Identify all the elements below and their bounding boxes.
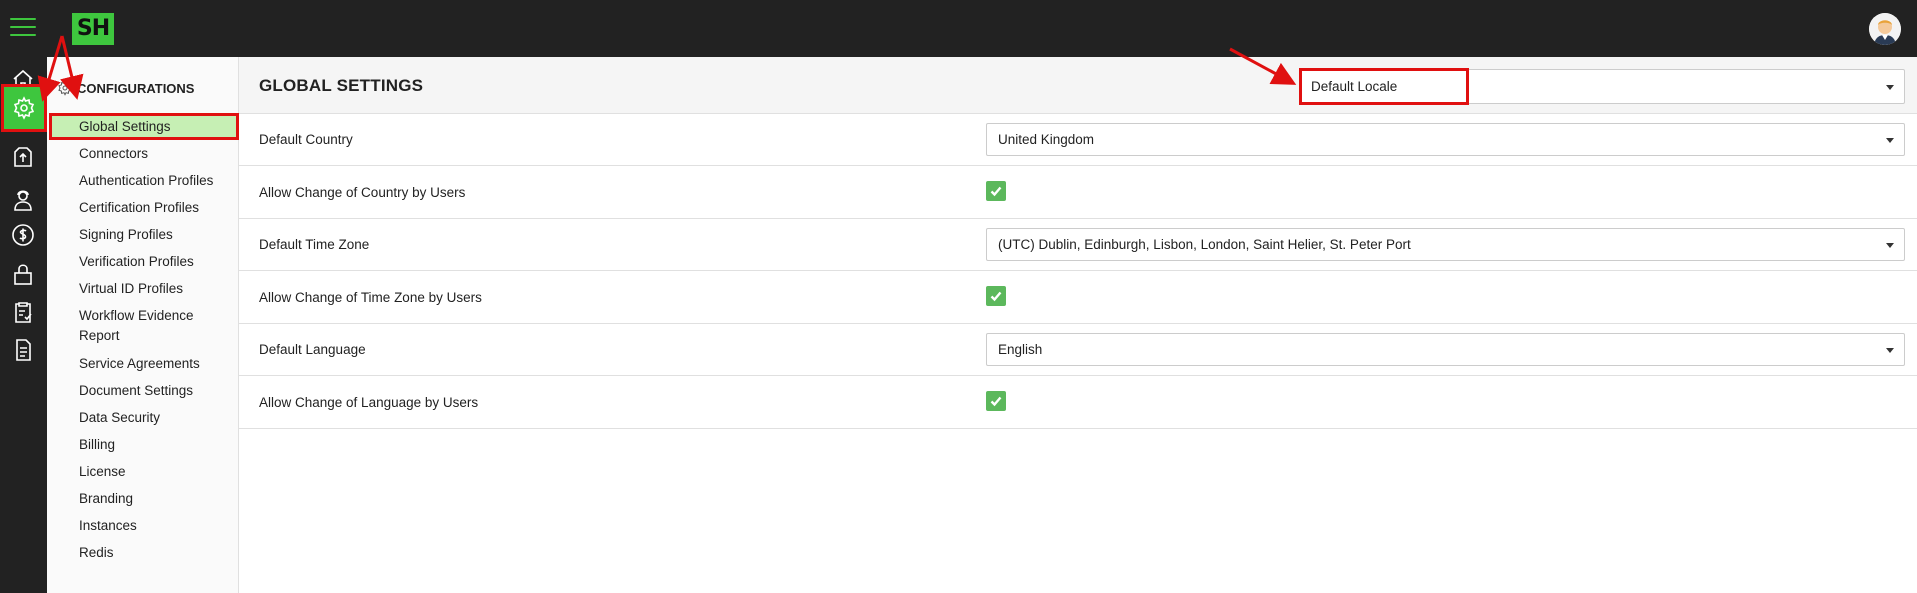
row-allow-timezone: Allow Change of Time Zone by Users (239, 271, 1917, 324)
sidebar-item-verification-profiles[interactable]: Verification Profiles (47, 248, 239, 275)
hamburger-menu-icon[interactable] (10, 18, 36, 38)
sidebar-item-instances[interactable]: Instances (47, 512, 239, 539)
sidebar-heading-text: CONFIGURATIONS (77, 80, 195, 96)
rail-upload[interactable] (4, 138, 42, 176)
chevron-down-icon (1886, 348, 1894, 353)
row-default-country: Default Country United Kingdom (239, 114, 1917, 166)
app-logo[interactable]: SH (72, 13, 114, 45)
sidebar-item-virtual-id-profiles[interactable]: Virtual ID Profiles (47, 275, 239, 302)
sidebar-item-service-agreements[interactable]: Service Agreements (47, 350, 239, 377)
sidebar-item-authentication-profiles[interactable]: Authentication Profiles (47, 167, 239, 194)
chevron-down-icon (1886, 138, 1894, 143)
top-bar: SH (0, 0, 1917, 57)
sidebar-heading: CONFIGURATIONS (57, 80, 194, 96)
page-header: GLOBAL SETTINGS Default Locale (239, 57, 1917, 114)
user-avatar[interactable] (1869, 13, 1901, 45)
sidebar-item-certification-profiles[interactable]: Certification Profiles (47, 194, 239, 221)
row-allow-country: Allow Change of Country by Users (239, 166, 1917, 219)
allow-country-checkbox[interactable] (986, 181, 1006, 201)
default-timezone-label: Default Time Zone (259, 237, 370, 252)
upload-icon (14, 147, 32, 167)
default-timezone-value: (UTC) Dublin, Edinburgh, Lisbon, London,… (998, 237, 1411, 252)
checkmark-icon (990, 291, 1002, 302)
default-language-value: English (998, 342, 1043, 357)
gear-icon (13, 96, 35, 120)
document-icon (16, 339, 31, 361)
gear-icon (58, 80, 72, 96)
configurations-sidebar: CONFIGURATIONS Global Settings Connector… (47, 57, 239, 593)
sidebar-item-signing-profiles[interactable]: Signing Profiles (47, 221, 239, 248)
agent-icon (14, 190, 32, 211)
sidebar-item-global-settings[interactable]: Global Settings (49, 113, 239, 140)
avatar-icon (1869, 13, 1901, 45)
row-allow-language: Allow Change of Language by Users (239, 376, 1917, 429)
allow-timezone-checkbox[interactable] (986, 286, 1006, 306)
sidebar-item-workflow-evidence-report[interactable]: Workflow Evidence Report (47, 302, 239, 350)
allow-language-label: Allow Change of Language by Users (259, 395, 479, 410)
default-language-select[interactable]: English (986, 333, 1905, 366)
page-title: GLOBAL SETTINGS (259, 76, 424, 95)
row-default-timezone: Default Time Zone (UTC) Dublin, Edinburg… (239, 219, 1917, 271)
rail-agents[interactable] (4, 181, 42, 219)
allow-language-checkbox[interactable] (986, 391, 1006, 411)
sidebar-item-connectors[interactable]: Connectors (47, 140, 239, 167)
rail-documents[interactable] (4, 331, 42, 369)
lock-icon (14, 264, 32, 285)
sidebar-item-branding[interactable]: Branding (47, 485, 239, 512)
dollar-icon (12, 224, 34, 246)
sidebar-list: Global Settings Connectors Authenticatio… (47, 113, 239, 566)
default-language-label: Default Language (259, 342, 366, 357)
allow-country-label: Allow Change of Country by Users (259, 185, 466, 200)
rail-security[interactable] (4, 255, 42, 293)
rail-settings[interactable] (1, 84, 47, 132)
rail-billing[interactable] (4, 216, 42, 254)
checkmark-icon (990, 186, 1002, 197)
default-country-label: Default Country (259, 132, 353, 147)
chevron-down-icon (1886, 85, 1894, 90)
settings-section-value: Default Locale (1311, 79, 1398, 94)
sidebar-item-redis[interactable]: Redis (47, 539, 239, 566)
sidebar-item-data-security[interactable]: Data Security (47, 404, 239, 431)
icon-rail (0, 57, 47, 593)
clipboard-check-icon (15, 302, 32, 323)
sidebar-item-billing[interactable]: Billing (47, 431, 239, 458)
row-default-language: Default Language English (239, 324, 1917, 376)
checkmark-icon (990, 396, 1002, 407)
sidebar-item-license[interactable]: License (47, 458, 239, 485)
settings-section-select[interactable]: Default Locale (1299, 69, 1905, 104)
main-content: GLOBAL SETTINGS Default Locale Default C… (239, 57, 1917, 593)
sidebar-item-document-settings[interactable]: Document Settings (47, 377, 239, 404)
default-country-value: United Kingdom (998, 132, 1095, 147)
rail-reports[interactable] (4, 293, 42, 331)
chevron-down-icon (1886, 243, 1894, 248)
default-country-select[interactable]: United Kingdom (986, 123, 1905, 156)
allow-timezone-label: Allow Change of Time Zone by Users (259, 290, 482, 305)
default-timezone-select[interactable]: (UTC) Dublin, Edinburgh, Lisbon, London,… (986, 228, 1905, 261)
